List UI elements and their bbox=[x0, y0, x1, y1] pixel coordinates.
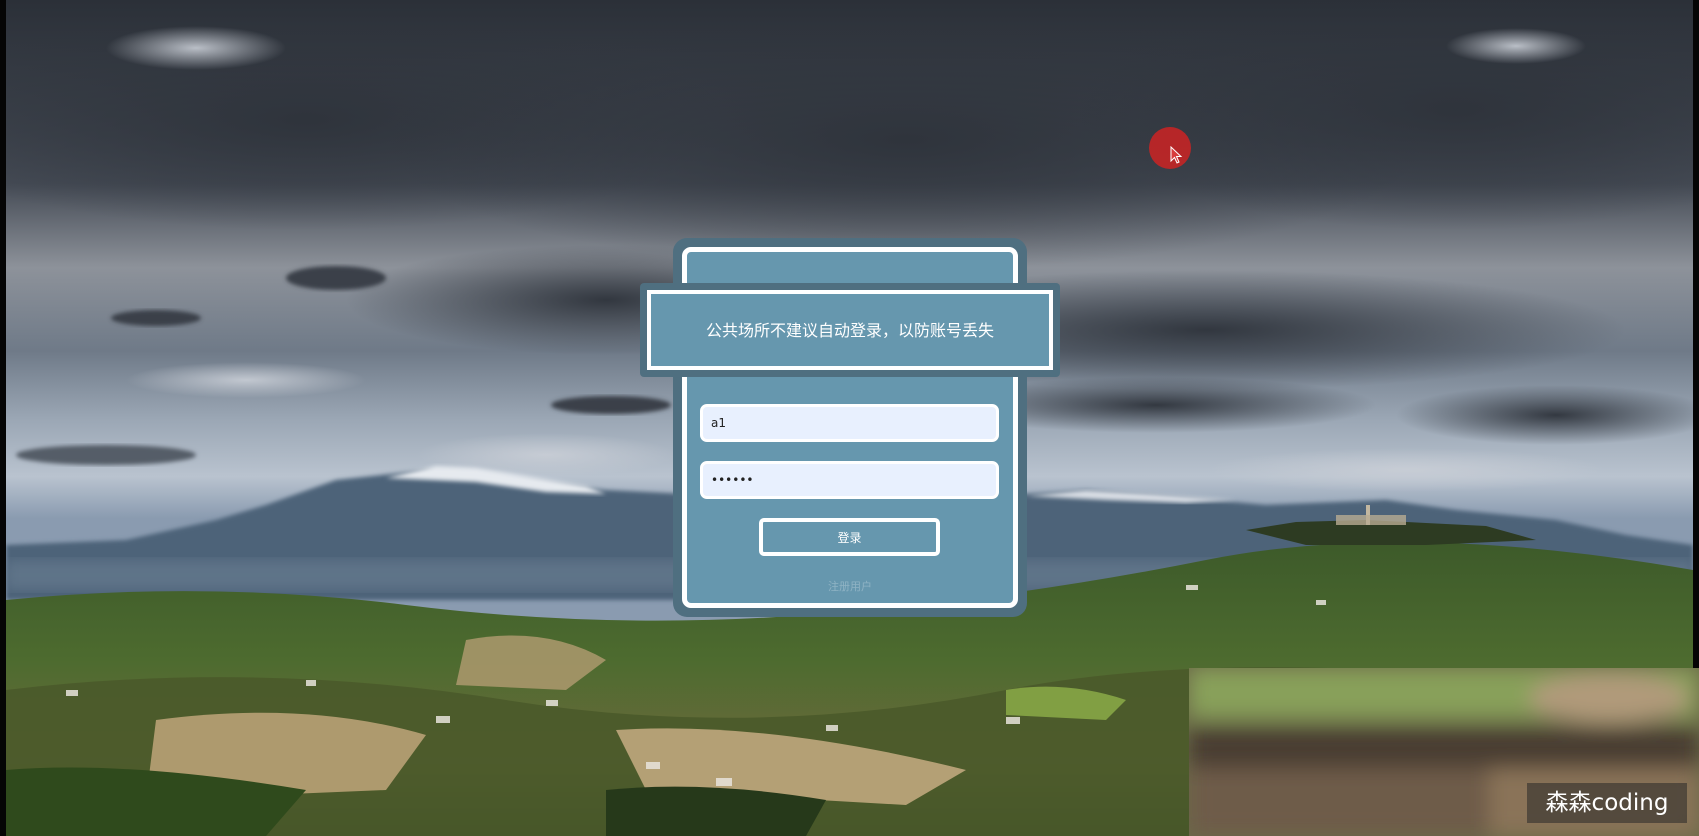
screen: 公共场所不建议自动登录，以防账号丢失 登录 注册用户 森森coding bbox=[0, 0, 1699, 836]
security-notice-text: 公共场所不建议自动登录，以防账号丢失 bbox=[705, 320, 994, 340]
username-input[interactable] bbox=[700, 404, 999, 442]
mouse-cursor-icon bbox=[1170, 146, 1183, 164]
watermark-label: 森森coding bbox=[1527, 783, 1687, 823]
login-button[interactable]: 登录 bbox=[759, 518, 940, 556]
security-notice-panel: 公共场所不建议自动登录，以防账号丢失 bbox=[647, 290, 1053, 370]
password-input[interactable] bbox=[700, 461, 999, 499]
register-link[interactable]: 注册用户 bbox=[780, 578, 920, 594]
security-notice: 公共场所不建议自动登录，以防账号丢失 bbox=[640, 283, 1060, 377]
